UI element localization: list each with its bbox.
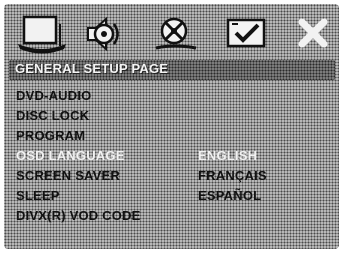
menu-item-screen-saver[interactable]: SCREEN SAVER <box>16 166 206 186</box>
option-francais[interactable]: FRANÇAIS <box>198 166 308 186</box>
menu-item-sleep[interactable]: SLEEP <box>16 186 206 206</box>
menu-item-divx-vod-code[interactable]: DIVX(R) VOD CODE <box>16 206 206 226</box>
audio-setup-icon[interactable] <box>74 14 130 54</box>
menu-item-program[interactable]: PROGRAM <box>16 126 206 146</box>
option-english[interactable]: ENGLISH <box>198 146 308 166</box>
setup-icon-bar <box>4 4 339 60</box>
menu-item-disc-lock[interactable]: DISC LOCK <box>16 106 206 126</box>
preference-setup-icon[interactable] <box>218 14 274 54</box>
page-title-bar: GENERAL SETUP PAGE <box>9 60 335 80</box>
setup-screen: GENERAL SETUP PAGE DVD-AUDIO DISC LOCK P… <box>0 0 343 253</box>
general-setup-icon[interactable] <box>14 14 70 54</box>
page-title: GENERAL SETUP PAGE <box>15 61 169 76</box>
menu-item-osd-language[interactable]: OSD LANGUAGE <box>16 146 206 166</box>
menu-item-dvd-audio[interactable]: DVD-AUDIO <box>16 86 206 106</box>
video-setup-icon[interactable] <box>148 14 204 54</box>
option-espanol[interactable]: ESPAÑOL <box>198 186 308 206</box>
exit-icon[interactable] <box>286 14 342 54</box>
